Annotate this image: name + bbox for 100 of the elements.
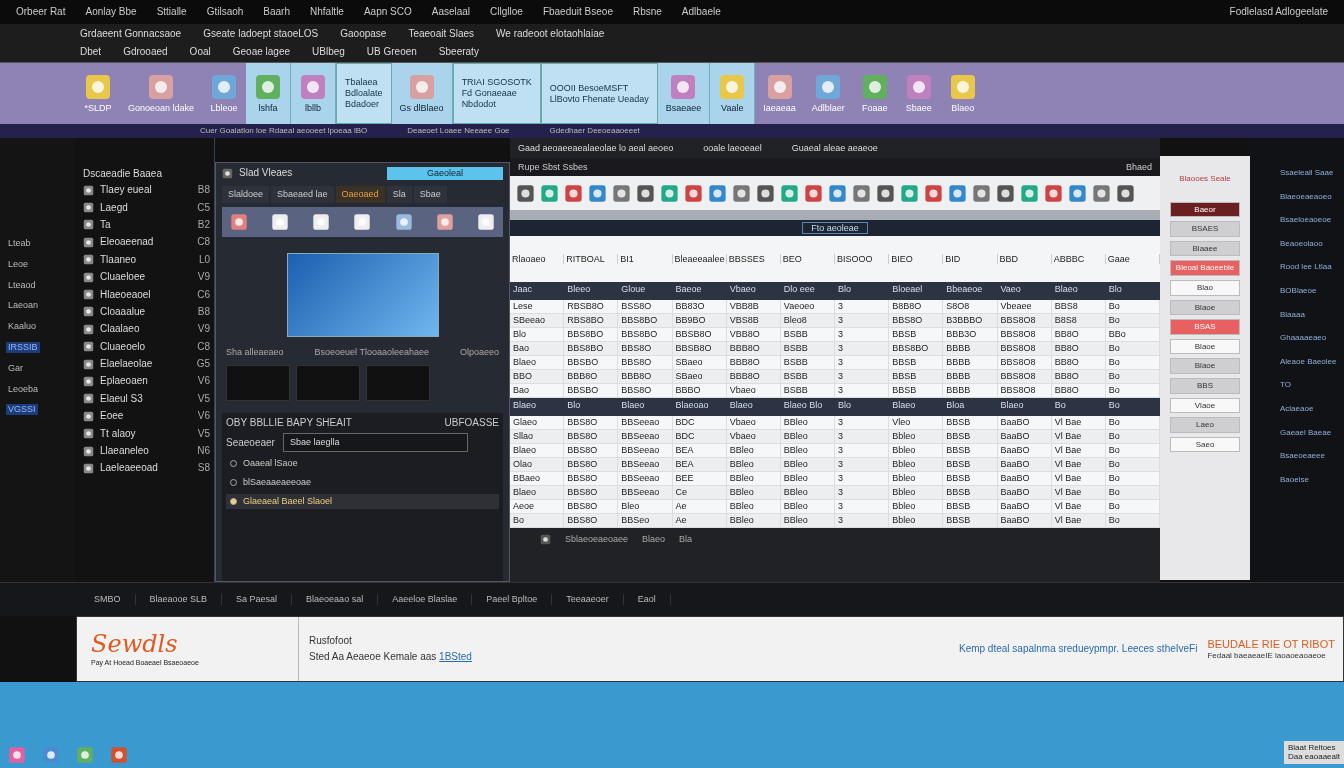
menu-item[interactable]: Gtilsaoh bbox=[206, 6, 244, 18]
file-name[interactable]: Tt alaoy bbox=[100, 427, 136, 440]
toolbar-icon[interactable] bbox=[852, 183, 871, 203]
toolbar-icon[interactable] bbox=[1092, 183, 1111, 203]
menu-item[interactable]: Aonlay Bbe bbox=[85, 6, 137, 18]
toolbar-item[interactable]: Gdrooaed bbox=[123, 46, 168, 58]
column-header[interactable]: Bloa bbox=[943, 398, 998, 416]
side-link[interactable]: TO bbox=[1280, 380, 1340, 390]
column-header[interactable]: Baeoe bbox=[672, 282, 727, 300]
toolbar-icon[interactable] bbox=[636, 183, 655, 203]
column-header[interactable]: Blo bbox=[1105, 282, 1160, 300]
menu-item[interactable]: Rbsne bbox=[632, 6, 662, 18]
option-item[interactable]: Glaeaeal Baeel Slaoel bbox=[226, 493, 499, 509]
file-name[interactable]: Tlaaneo bbox=[100, 253, 137, 266]
file-name[interactable]: Eleoaeenad bbox=[100, 236, 154, 249]
toolbar-icon[interactable] bbox=[684, 183, 703, 203]
file-name[interactable]: Ta bbox=[100, 218, 111, 231]
side-link[interactable]: Rood lee Ltlaa bbox=[1280, 262, 1340, 272]
menu-item[interactable]: Cllglloe bbox=[490, 6, 523, 18]
menu-item[interactable]: Orbeer Rat bbox=[16, 6, 66, 18]
column-header[interactable]: Blaeo Blo bbox=[780, 398, 835, 416]
toolbar-icon[interactable] bbox=[564, 183, 583, 203]
column-header[interactable]: Blaeo bbox=[889, 398, 944, 416]
column-header[interactable]: Blo bbox=[564, 398, 619, 416]
side-link[interactable]: Baoelse bbox=[1280, 474, 1340, 485]
tool-icon[interactable] bbox=[394, 212, 413, 231]
file-name[interactable]: Tlaey eueal bbox=[100, 184, 152, 197]
toolbar-icon[interactable] bbox=[732, 183, 751, 203]
taskbar-icon[interactable] bbox=[76, 746, 94, 764]
panel-button[interactable]: Blao bbox=[1170, 279, 1240, 296]
toolbar-item[interactable]: Geoae lagee bbox=[232, 46, 290, 58]
panel-button[interactable]: Blaoe bbox=[1170, 358, 1240, 374]
sidebar-item[interactable]: Lteaod bbox=[6, 279, 38, 291]
tool-icon[interactable] bbox=[353, 212, 372, 231]
toolbar-icon[interactable] bbox=[948, 183, 967, 203]
toolbar-item[interactable]: Ooal bbox=[189, 46, 211, 58]
file-name[interactable]: Elaeul S3 bbox=[100, 392, 143, 405]
column-header[interactable]: Vaeo bbox=[997, 282, 1052, 300]
menu-item[interactable]: Fbaeduit Bseoe bbox=[542, 6, 613, 18]
ribbon-button[interactable]: lbllb bbox=[291, 63, 337, 124]
column-header[interactable]: Bloeael bbox=[889, 282, 944, 300]
input-field[interactable]: Sbae laeglla bbox=[282, 433, 468, 453]
panel-button[interactable]: Blaaee bbox=[1170, 240, 1240, 257]
tool-icon[interactable] bbox=[476, 212, 495, 231]
panel-button[interactable]: Vlaoe bbox=[1170, 397, 1240, 414]
column-header[interactable]: Blaeo bbox=[618, 398, 673, 416]
menu-item[interactable]: Aaselaal bbox=[431, 6, 471, 18]
menu-item[interactable]: Adlbaele bbox=[681, 6, 721, 18]
file-name[interactable]: Hlaeoeaoel bbox=[100, 288, 151, 301]
column-header[interactable]: Jaac bbox=[510, 282, 565, 300]
side-link[interactable]: Blaaaa bbox=[1280, 309, 1340, 320]
toolbar-item[interactable]: Teaeoait Slaes bbox=[408, 28, 475, 40]
option-item[interactable]: Oaaeal lSaoe bbox=[226, 456, 499, 471]
file-name[interactable]: Elaelaeolae bbox=[100, 358, 153, 371]
sidebar-item[interactable]: Leoeba bbox=[6, 383, 41, 395]
panel-button[interactable]: Saeo bbox=[1170, 436, 1240, 453]
side-link[interactable]: Beaoeolaoo bbox=[1280, 238, 1340, 249]
toolbar-icon[interactable] bbox=[972, 183, 991, 203]
banner-link[interactable]: 1BSted bbox=[439, 651, 472, 662]
panel-button[interactable]: Blaoe bbox=[1170, 338, 1240, 355]
file-name[interactable]: Claalaeo bbox=[100, 323, 140, 336]
tool-icon[interactable] bbox=[271, 212, 290, 231]
ribbon-button[interactable]: lshfa bbox=[246, 63, 292, 124]
file-name[interactable]: Laeleaeeoad bbox=[100, 462, 158, 475]
toolbar-icon[interactable] bbox=[756, 183, 775, 203]
option-item[interactable]: blSaeaaeaeeoae bbox=[226, 475, 499, 490]
panel-button[interactable]: BBS bbox=[1170, 377, 1240, 394]
column-header[interactable]: Bo bbox=[1105, 398, 1160, 416]
toolbar-icon[interactable] bbox=[1044, 183, 1063, 203]
side-link[interactable]: Aleaoe Baeolee bbox=[1280, 356, 1340, 367]
toolbar-icon[interactable] bbox=[876, 183, 895, 203]
sidebar-item[interactable]: Gar bbox=[6, 362, 25, 374]
taskbar-icon[interactable] bbox=[42, 746, 60, 764]
toolbar-icon[interactable] bbox=[588, 183, 607, 203]
sidebar-item[interactable]: Laeoan bbox=[6, 300, 41, 312]
menu-item[interactable]: Nhfaltle bbox=[310, 6, 344, 18]
toolbar-item[interactable]: Sbeeraty bbox=[438, 46, 479, 58]
panel-button[interactable]: BSAES bbox=[1170, 221, 1240, 237]
taskbar-icon[interactable] bbox=[110, 746, 128, 764]
toolbar-icon[interactable] bbox=[924, 183, 943, 203]
toolbar-item[interactable]: Gaoopase bbox=[340, 28, 387, 40]
toolbar-item[interactable]: We radeoot elotaohlaiae bbox=[496, 28, 605, 40]
toolbar-icon[interactable] bbox=[804, 183, 823, 203]
side-link[interactable]: Aclaeaoe bbox=[1280, 403, 1340, 414]
column-header[interactable]: Bbeaeoe bbox=[943, 282, 998, 300]
toolbar-icon[interactable] bbox=[1068, 183, 1087, 203]
sidebar-item[interactable]: Lteab bbox=[6, 238, 33, 249]
thumbnail[interactable] bbox=[366, 365, 430, 402]
ribbon-button[interactable]: Vaale bbox=[710, 63, 756, 124]
side-link[interactable]: Ghaaaaeaeo bbox=[1280, 333, 1340, 343]
file-name[interactable]: Cluaeloee bbox=[100, 271, 146, 284]
tab[interactable]: Oaeoaed bbox=[335, 185, 385, 203]
tool-icon[interactable] bbox=[312, 212, 331, 231]
file-name[interactable]: Laegd bbox=[100, 201, 128, 214]
side-link[interactable]: Ssaeleall Saae bbox=[1280, 168, 1340, 178]
menu-item[interactable]: Aapn SCO bbox=[363, 6, 412, 18]
sidebar-item[interactable]: IRSSIB bbox=[6, 342, 40, 353]
toolbar-item[interactable]: Gseate ladoept staoeLOS bbox=[203, 28, 319, 40]
sidebar-item[interactable]: Kaaluo bbox=[6, 321, 39, 332]
column-header[interactable]: Dlo eee bbox=[780, 282, 835, 300]
